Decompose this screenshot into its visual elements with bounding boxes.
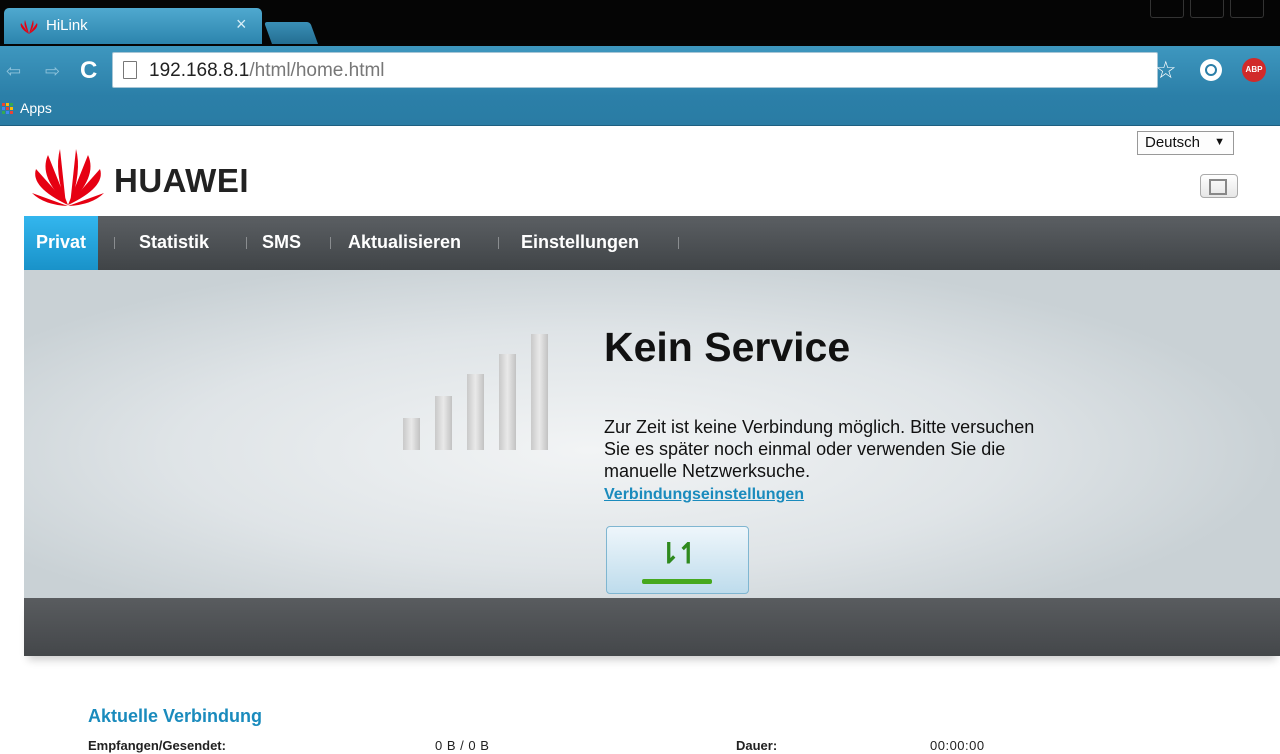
- bookmarks-bar: Apps: [0, 96, 1280, 126]
- menu-separator: [498, 237, 499, 249]
- huawei-logo-icon: [32, 149, 104, 206]
- back-arrow-icon[interactable]: ⇦: [6, 61, 21, 82]
- tab-close-icon[interactable]: ×: [236, 14, 247, 35]
- url-text: 192.168.8.1/html/home.html: [149, 60, 385, 82]
- maximize-button[interactable]: [1190, 0, 1224, 18]
- new-tab-button[interactable]: [263, 22, 319, 44]
- url-host: 192.168.8.1: [149, 60, 250, 81]
- menu-item-sms[interactable]: SMS: [262, 216, 301, 270]
- signal-bar-4: [499, 354, 516, 450]
- main-menu: Privat Statistik SMS Aktualisieren Einst…: [24, 216, 1280, 270]
- signal-bar-1: [403, 418, 420, 450]
- menu-separator: [114, 237, 115, 249]
- huawei-logo-text: HUAWEI: [114, 162, 249, 199]
- language-select[interactable]: Deutsch ▼: [1137, 131, 1234, 155]
- received-sent-value: 0 B / 0 B: [435, 738, 490, 753]
- language-selected-value: Deutsch: [1145, 134, 1201, 151]
- menu-item-privat[interactable]: Privat: [24, 216, 99, 270]
- connect-button[interactable]: ⇂↿: [606, 526, 749, 594]
- duration-label: Dauer:: [736, 738, 778, 753]
- status-panel: Kein Service Zur Zeit ist keine Verbindu…: [24, 270, 1280, 598]
- duration-value: 00:00:00: [930, 738, 985, 753]
- menu-separator: [246, 237, 247, 249]
- menu-item-einstellungen[interactable]: Einstellungen: [521, 216, 639, 270]
- received-sent-label: Empfangen/Gesendet:: [88, 738, 226, 753]
- signal-bar-2: [435, 396, 452, 450]
- minimize-button[interactable]: [1150, 0, 1184, 18]
- page-icon: [123, 61, 137, 79]
- signal-bar-3: [467, 374, 484, 450]
- window-controls: [1150, 0, 1280, 18]
- close-window-button[interactable]: [1230, 0, 1264, 18]
- menu-separator: [330, 237, 331, 249]
- menu-item-statistik[interactable]: Statistik: [139, 216, 209, 270]
- window-toggle-icon[interactable]: [1200, 174, 1238, 198]
- url-path: /html/home.html: [249, 60, 385, 81]
- bookmark-star-icon[interactable]: ☆: [1155, 56, 1177, 85]
- signal-bar-5: [531, 334, 548, 450]
- tab-title: HiLink: [46, 17, 88, 34]
- status-panel-footer: [24, 598, 1280, 656]
- huawei-favicon-icon: [20, 20, 38, 34]
- connection-settings-link[interactable]: Verbindungseinstellungen: [604, 486, 804, 504]
- apps-grid-icon[interactable]: [2, 103, 14, 115]
- hilink-page: Deutsch ▼ HUAWEI Privat Statistik SMS Ak…: [0, 126, 1280, 754]
- signal-strength-icon: [403, 332, 553, 450]
- forward-arrow-icon[interactable]: ⇨: [45, 61, 60, 82]
- up-down-arrows-icon: ⇂↿: [657, 538, 700, 569]
- bookmark-apps[interactable]: Apps: [20, 100, 52, 116]
- extension-icon[interactable]: [1200, 59, 1222, 81]
- status-message: Zur Zeit ist keine Verbindung möglich. B…: [604, 417, 1035, 481]
- browser-tab-hilink[interactable]: HiLink ×: [4, 8, 262, 44]
- menu-item-aktualisieren[interactable]: Aktualisieren: [348, 216, 461, 270]
- status-title: Kein Service: [604, 324, 851, 370]
- browser-tab-bar: HiLink ×: [0, 0, 1280, 46]
- menu-separator: [678, 237, 679, 249]
- adblock-plus-icon[interactable]: ABP: [1242, 58, 1266, 82]
- connect-indicator: [642, 579, 712, 584]
- dropdown-caret-icon: ▼: [1214, 136, 1225, 148]
- reload-icon[interactable]: C: [80, 57, 97, 85]
- address-bar[interactable]: 192.168.8.1/html/home.html: [112, 52, 1158, 88]
- current-connection-heading: Aktuelle Verbindung: [88, 706, 263, 726]
